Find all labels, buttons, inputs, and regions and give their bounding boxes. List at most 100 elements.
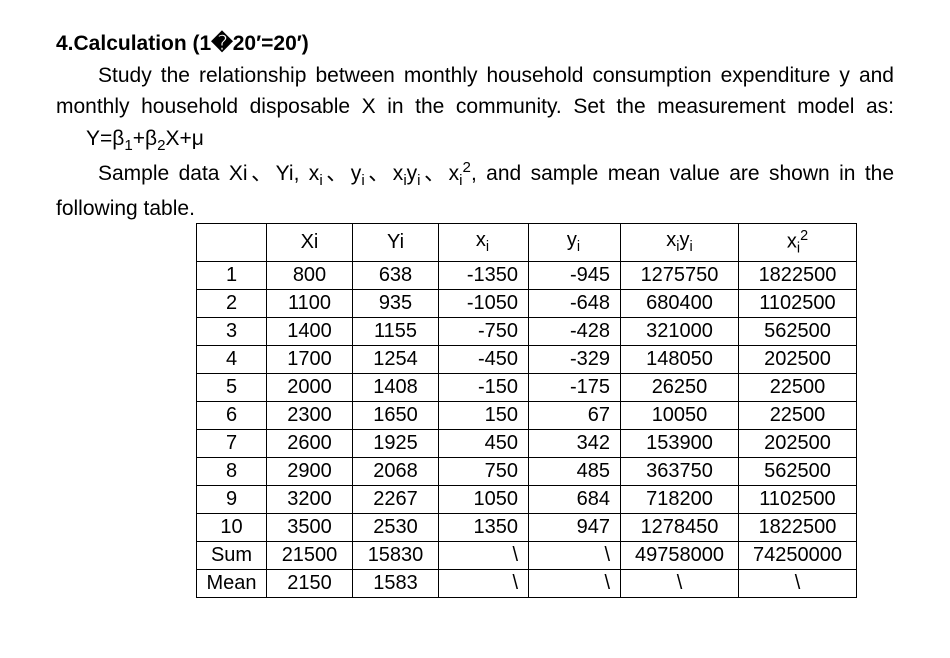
cell-xy: 1275750 xyxy=(621,261,739,289)
cell-yd: \ xyxy=(529,541,621,569)
cell-x2: 562500 xyxy=(739,457,857,485)
cell-x2: 562500 xyxy=(739,317,857,345)
header-blank xyxy=(197,223,267,261)
cell-xd: 750 xyxy=(439,457,529,485)
table-row: 93200226710506847182001102500 xyxy=(197,485,857,513)
cell-Xi: 1700 xyxy=(267,345,353,373)
data-table-wrapper: Xi Yi xi yi xiyi xi2 1800638-1350-945127… xyxy=(196,223,894,598)
table-row: 314001155-750-428321000562500 xyxy=(197,317,857,345)
cell-Xi: 1400 xyxy=(267,317,353,345)
cell-yd: 67 xyxy=(529,401,621,429)
table-row: Mean21501583\\\\ xyxy=(197,569,857,597)
cell-Yi: 15830 xyxy=(353,541,439,569)
cell-idx: 3 xyxy=(197,317,267,345)
cell-xy: 148050 xyxy=(621,345,739,373)
cell-xd: \ xyxy=(439,541,529,569)
cell-xd: 1050 xyxy=(439,485,529,513)
cell-x2: 74250000 xyxy=(739,541,857,569)
table-row: 1800638-1350-94512757501822500 xyxy=(197,261,857,289)
table-row: Sum2150015830\\4975800074250000 xyxy=(197,541,857,569)
cell-xd: -150 xyxy=(439,373,529,401)
cell-yd: -329 xyxy=(529,345,621,373)
cell-xd: -750 xyxy=(439,317,529,345)
header-xy: xiyi xyxy=(621,223,739,261)
cell-Xi: 3500 xyxy=(267,513,353,541)
cell-yd: -945 xyxy=(529,261,621,289)
cell-x2: 1102500 xyxy=(739,289,857,317)
cell-yd: \ xyxy=(529,569,621,597)
section-heading: 4.Calculation (1�20′=20′) xyxy=(56,28,894,60)
cell-x2: 22500 xyxy=(739,373,857,401)
cell-yd: -428 xyxy=(529,317,621,345)
cell-x2: 1822500 xyxy=(739,513,857,541)
cell-xy: 718200 xyxy=(621,485,739,513)
cell-xd: 150 xyxy=(439,401,529,429)
cell-Yi: 2530 xyxy=(353,513,439,541)
cell-xy: \ xyxy=(621,569,739,597)
cell-Xi: 2900 xyxy=(267,457,353,485)
table-row: 520001408-150-1752625022500 xyxy=(197,373,857,401)
cell-idx: Mean xyxy=(197,569,267,597)
cell-idx: 5 xyxy=(197,373,267,401)
cell-Xi: 2150 xyxy=(267,569,353,597)
cell-x2: 22500 xyxy=(739,401,857,429)
cell-idx: Sum xyxy=(197,541,267,569)
cell-idx: 2 xyxy=(197,289,267,317)
document-page: 4.Calculation (1�20′=20′) Study the rela… xyxy=(0,0,950,618)
cell-x2: 202500 xyxy=(739,345,857,373)
cell-xy: 10050 xyxy=(621,401,739,429)
model-equation: Y=β1+β2X+μ xyxy=(86,127,204,150)
cell-xd: 1350 xyxy=(439,513,529,541)
cell-idx: 10 xyxy=(197,513,267,541)
statement-text: Study the relationship between monthly h… xyxy=(56,64,894,119)
header-xd: xi xyxy=(439,223,529,261)
cell-yd: 485 xyxy=(529,457,621,485)
table-row: 417001254-450-329148050202500 xyxy=(197,345,857,373)
cell-xd: -1050 xyxy=(439,289,529,317)
cell-yd: 947 xyxy=(529,513,621,541)
cell-Xi: 2300 xyxy=(267,401,353,429)
cell-Yi: 2068 xyxy=(353,457,439,485)
cell-Xi: 800 xyxy=(267,261,353,289)
table-row: 21100935-1050-6486804001102500 xyxy=(197,289,857,317)
cell-Xi: 2000 xyxy=(267,373,353,401)
header-yd: yi xyxy=(529,223,621,261)
cell-x2: 202500 xyxy=(739,429,857,457)
cell-Yi: 1254 xyxy=(353,345,439,373)
cell-Yi: 2267 xyxy=(353,485,439,513)
table-row: 623001650150671005022500 xyxy=(197,401,857,429)
cell-Xi: 21500 xyxy=(267,541,353,569)
cell-Yi: 1583 xyxy=(353,569,439,597)
cell-Yi: 935 xyxy=(353,289,439,317)
cell-Xi: 3200 xyxy=(267,485,353,513)
table-row: 1035002530135094712784501822500 xyxy=(197,513,857,541)
cell-xd: -450 xyxy=(439,345,529,373)
cell-Yi: 1650 xyxy=(353,401,439,429)
cell-Yi: 1408 xyxy=(353,373,439,401)
cell-x2: \ xyxy=(739,569,857,597)
table-body: 1800638-1350-9451275750182250021100935-1… xyxy=(197,261,857,597)
table-row: 726001925450342153900202500 xyxy=(197,429,857,457)
problem-statement-2: Sample data Xi、Yi, xi、yi、xiyi、xi2, and s… xyxy=(56,157,894,224)
table-row: 829002068750485363750562500 xyxy=(197,457,857,485)
cell-yd: -175 xyxy=(529,373,621,401)
cell-yd: 342 xyxy=(529,429,621,457)
header-row: Xi Yi xi yi xiyi xi2 xyxy=(197,223,857,261)
cell-idx: 1 xyxy=(197,261,267,289)
cell-xy: 49758000 xyxy=(621,541,739,569)
cell-xd: 450 xyxy=(439,429,529,457)
problem-statement-1: Study the relationship between monthly h… xyxy=(56,60,894,158)
header-xi: Xi xyxy=(267,223,353,261)
cell-xy: 153900 xyxy=(621,429,739,457)
cell-xy: 321000 xyxy=(621,317,739,345)
cell-xy: 1278450 xyxy=(621,513,739,541)
cell-yd: 684 xyxy=(529,485,621,513)
cell-Yi: 1925 xyxy=(353,429,439,457)
regression-data-table: Xi Yi xi yi xiyi xi2 1800638-1350-945127… xyxy=(196,223,857,598)
header-yi: Yi xyxy=(353,223,439,261)
cell-Xi: 2600 xyxy=(267,429,353,457)
cell-x2: 1822500 xyxy=(739,261,857,289)
cell-idx: 6 xyxy=(197,401,267,429)
cell-x2: 1102500 xyxy=(739,485,857,513)
cell-xy: 680400 xyxy=(621,289,739,317)
